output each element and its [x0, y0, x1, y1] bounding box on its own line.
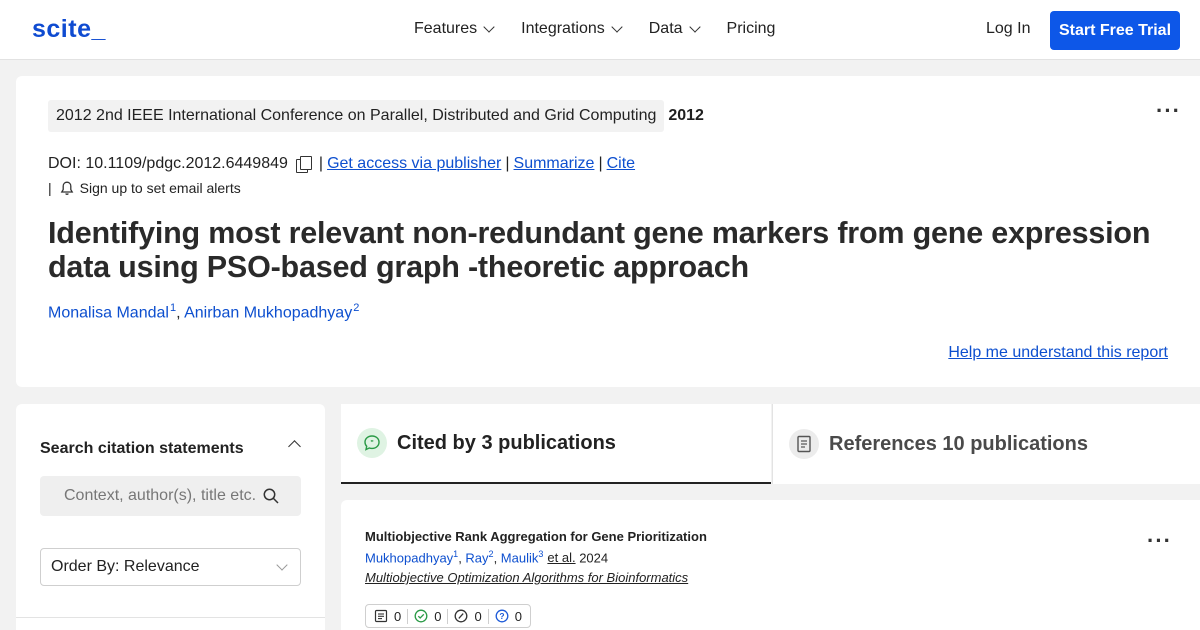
chevron-down-icon: [483, 21, 495, 33]
publication-authors: Mukhopadhyay1, Ray2, Maulik3 et al. 2024: [365, 549, 609, 566]
svg-text:": ": [370, 440, 373, 447]
email-alert-row[interactable]: | Sign up to set email alerts: [48, 180, 241, 196]
order-by-select[interactable]: Order By: Relevance: [40, 548, 301, 586]
top-navigation: scite_ Features Integrations Data Pricin…: [0, 0, 1200, 60]
search-icon[interactable]: [263, 488, 279, 504]
document-icon: [789, 429, 819, 459]
tab-references-label: References 10 publications: [829, 432, 1088, 455]
nav-features-label: Features: [414, 20, 478, 37]
chevron-down-icon: [688, 21, 701, 33]
order-by-value: Order By: Relevance: [51, 558, 200, 575]
main-nav-links: Features Integrations Data Pricing: [414, 20, 803, 38]
stat-mentioning-count: 0: [474, 608, 482, 624]
stat-mentioning: 0: [447, 608, 482, 624]
copy-icon[interactable]: [295, 156, 312, 173]
citation-search-input[interactable]: [40, 476, 301, 516]
summarize-link[interactable]: Summarize: [514, 155, 595, 173]
start-free-trial-button[interactable]: Start Free Trial: [1050, 11, 1180, 50]
nav-features[interactable]: Features: [414, 20, 495, 38]
stat-contrasting-count: 0: [514, 608, 522, 624]
nav-integrations-label: Integrations: [521, 20, 605, 37]
author-affiliation: 1: [453, 549, 459, 559]
separator: |: [598, 155, 603, 172]
nav-data-label: Data: [648, 20, 683, 37]
list-icon: [374, 609, 388, 623]
chevron-up-icon[interactable]: [288, 440, 301, 453]
author-link[interactable]: Monalisa Mandal: [48, 304, 169, 321]
login-link[interactable]: Log In: [986, 20, 1030, 38]
chevron-down-icon: [611, 21, 623, 33]
stat-total-count: 0: [394, 608, 402, 624]
paper-title: Identifying most relevant non-redundant …: [48, 216, 1151, 284]
separator: |: [318, 155, 324, 172]
question-circle-icon: ?: [495, 609, 509, 623]
author-list: Monalisa Mandal1, Anirban Mukhopadhyay2: [48, 302, 359, 322]
author-link[interactable]: Anirban Mukhopadhyay: [184, 304, 352, 321]
email-alert-label: Sign up to set email alerts: [79, 180, 241, 196]
more-horizontal-icon[interactable]: ···: [1147, 528, 1172, 554]
help-understand-report-link[interactable]: Help me understand this report: [948, 344, 1168, 362]
citation-search-sidebar: Search citation statements Order By: Rel…: [16, 404, 325, 630]
separator: |: [505, 155, 510, 172]
author-link[interactable]: Mukhopadhyay: [365, 550, 453, 565]
chat-bubble-icon: ": [357, 428, 387, 458]
publication-title[interactable]: Multiobjective Rank Aggregation for Gene…: [365, 529, 707, 544]
check-circle-icon: [414, 609, 428, 623]
cite-link[interactable]: Cite: [607, 155, 635, 173]
nav-pricing[interactable]: Pricing: [727, 20, 776, 38]
separator: |: [48, 180, 52, 196]
citation-stats[interactable]: 0 0 0 ? 0: [365, 604, 531, 628]
doi-actions-row: DOI: 10.1109/pdgc.2012.6449849 | Get acc…: [48, 155, 635, 173]
get-access-link[interactable]: Get access via publisher: [327, 155, 501, 173]
svg-text:?: ?: [499, 611, 504, 621]
paper-details-card: 2012 2nd IEEE International Conference o…: [16, 76, 1200, 387]
author-affiliation: 2: [353, 302, 360, 314]
stat-total: 0: [374, 609, 401, 624]
author-separator: ,: [176, 304, 185, 322]
publication-journal[interactable]: Multiobjective Optimization Algorithms f…: [365, 570, 688, 585]
author-affiliation: 3: [538, 549, 544, 559]
tab-references[interactable]: References 10 publications: [772, 404, 1200, 484]
citation-search-box: [40, 476, 301, 516]
scite-logo[interactable]: scite_: [32, 15, 106, 44]
nav-integrations[interactable]: Integrations: [521, 20, 623, 38]
author-link[interactable]: Maulik: [501, 550, 539, 565]
stat-supporting: 0: [407, 608, 442, 624]
bell-icon: [60, 181, 73, 195]
author-affiliation: 2: [488, 549, 494, 559]
divider: [16, 617, 325, 618]
venue-chip[interactable]: 2012 2nd IEEE International Conference o…: [48, 100, 665, 132]
stat-contrasting: ? 0: [487, 608, 522, 624]
tab-cited-by[interactable]: " Cited by 3 publications: [341, 404, 771, 484]
nav-data[interactable]: Data: [648, 20, 701, 38]
sidebar-heading: Search citation statements: [40, 440, 244, 457]
nav-pricing-label: Pricing: [726, 20, 776, 37]
et-al-link[interactable]: et al.: [547, 550, 575, 565]
venue-row: 2012 2nd IEEE International Conference o…: [48, 100, 704, 132]
more-horizontal-icon[interactable]: ···: [1156, 98, 1181, 124]
author-link[interactable]: Ray: [465, 550, 488, 565]
publication-year: 2024: [579, 550, 609, 566]
tab-cited-by-label: Cited by 3 publications: [397, 431, 616, 454]
stat-supporting-count: 0: [434, 608, 442, 624]
citing-publication-card: Multiobjective Rank Aggregation for Gene…: [341, 500, 1200, 630]
publication-year: 2012: [668, 107, 704, 124]
doi-text: DOI: 10.1109/pdgc.2012.6449849: [48, 155, 288, 172]
slash-circle-icon: [455, 609, 468, 623]
chevron-down-icon: [276, 559, 288, 571]
